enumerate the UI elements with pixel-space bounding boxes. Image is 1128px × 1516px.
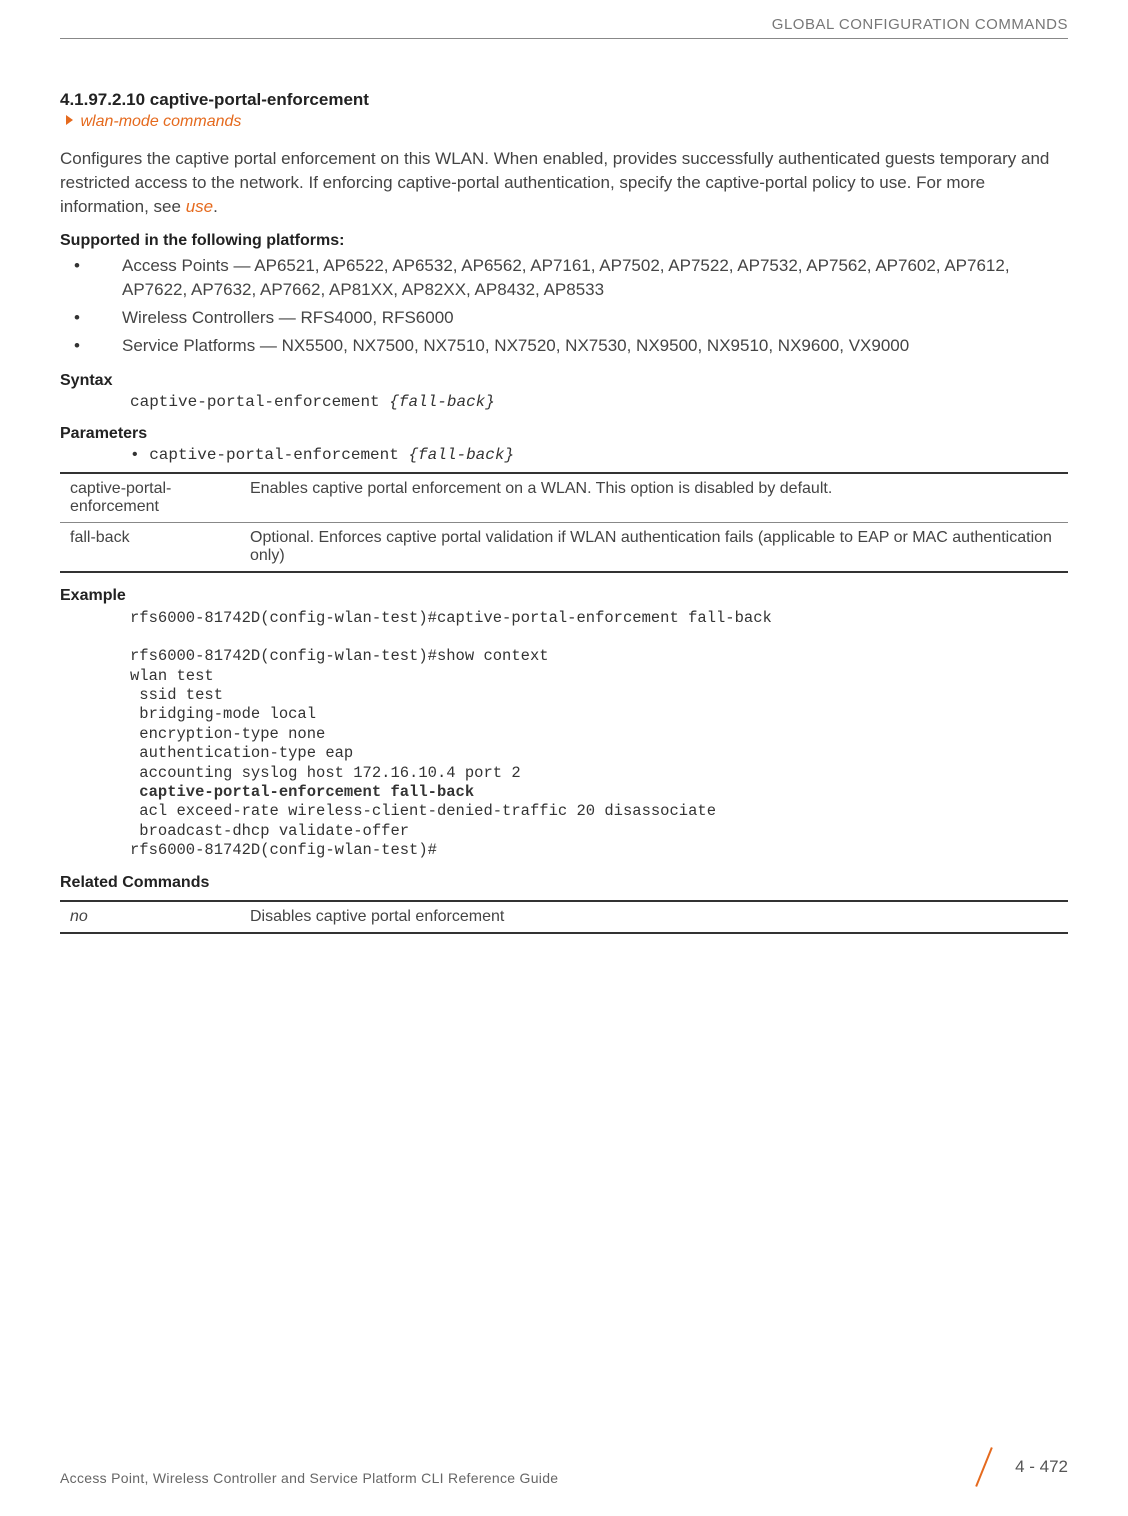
param-name-cell: captive-portal-enforcement (60, 473, 240, 523)
arrow-right-icon (66, 115, 73, 125)
parameters-bullet: • (130, 446, 149, 464)
supported-list: Access Points — AP6521, AP6522, AP6532, … (98, 254, 1068, 357)
supported-heading: Supported in the following platforms: (60, 232, 1068, 250)
section-subtitle-link[interactable]: wlan-mode commands (80, 113, 241, 130)
param-name-cell: fall-back (60, 522, 240, 572)
intro-text-post: . (213, 197, 218, 216)
example-line: rfs6000-81742D(config-wlan-test)#captive… (130, 609, 772, 627)
table-row: captive-portal-enforcement Enables capti… (60, 473, 1068, 523)
example-line: rfs6000-81742D(config-wlan-test)#show co… (130, 647, 549, 665)
example-line-bold: captive-portal-enforcement fall-back (130, 783, 474, 801)
syntax-line: captive-portal-enforcement {fall-back} (130, 393, 1068, 411)
related-table: no Disables captive portal enforcement (60, 900, 1068, 934)
example-line: acl exceed-rate wireless-client-denied-t… (130, 802, 716, 820)
syntax-arg: {fall-back} (389, 393, 495, 411)
example-line: bridging-mode local (130, 705, 316, 723)
parameters-arg: {fall-back} (408, 446, 514, 464)
page-number: 4 - 472 (1015, 1457, 1068, 1477)
param-desc-cell: Optional. Enforces captive portal valida… (240, 522, 1068, 572)
example-line: authentication-type eap (130, 744, 353, 762)
parameters-cmd: captive-portal-enforcement (149, 446, 408, 464)
page-footer: Access Point, Wireless Controller and Se… (60, 1448, 1068, 1486)
parameters-heading: Parameters (60, 425, 1068, 443)
intro-paragraph: Configures the captive portal enforcemen… (60, 147, 1068, 218)
parameters-line: • captive-portal-enforcement {fall-back} (130, 446, 1068, 464)
page-content: 4.1.97.2.10 captive-portal-enforcement w… (60, 90, 1068, 934)
example-line: rfs6000-81742D(config-wlan-test)# (130, 841, 437, 859)
intro-link-use[interactable]: use (186, 197, 213, 216)
related-name-cell[interactable]: no (60, 901, 240, 933)
slash-icon (969, 1448, 1001, 1486)
related-heading: Related Commands (60, 874, 1068, 892)
table-row: fall-back Optional. Enforces captive por… (60, 522, 1068, 572)
supported-item: Service Platforms — NX5500, NX7500, NX75… (98, 334, 1068, 358)
footer-title: Access Point, Wireless Controller and Se… (60, 1470, 558, 1486)
example-line: ssid test (130, 686, 223, 704)
example-line: wlan test (130, 667, 214, 685)
example-line: broadcast-dhcp validate-offer (130, 822, 409, 840)
section-number-title: 4.1.97.2.10 captive-portal-enforcement (60, 90, 1068, 110)
supported-item: Wireless Controllers — RFS4000, RFS6000 (98, 306, 1068, 330)
example-block: rfs6000-81742D(config-wlan-test)# captive… (130, 609, 1068, 861)
footer-right: 4 - 472 (969, 1448, 1068, 1486)
parameters-table: captive-portal-enforcement Enables capti… (60, 472, 1068, 573)
syntax-cmd: captive-portal-enforcement (130, 393, 389, 411)
example-heading: Example (60, 587, 1068, 605)
example-line: accounting syslog host 172.16.10.4 port … (130, 764, 521, 782)
param-desc-cell: Enables captive portal enforcement on a … (240, 473, 1068, 523)
table-row: no Disables captive portal enforcement (60, 901, 1068, 933)
related-desc-cell: Disables captive portal enforcement (240, 901, 1068, 933)
section-subtitle-row: wlan-mode commands (66, 113, 1068, 131)
header-title: GLOBAL CONFIGURATION COMMANDS (772, 16, 1068, 33)
supported-item: Access Points — AP6521, AP6522, AP6532, … (98, 254, 1068, 302)
header-divider (60, 38, 1068, 39)
syntax-heading: Syntax (60, 372, 1068, 390)
example-line: encryption-type none (130, 725, 325, 743)
